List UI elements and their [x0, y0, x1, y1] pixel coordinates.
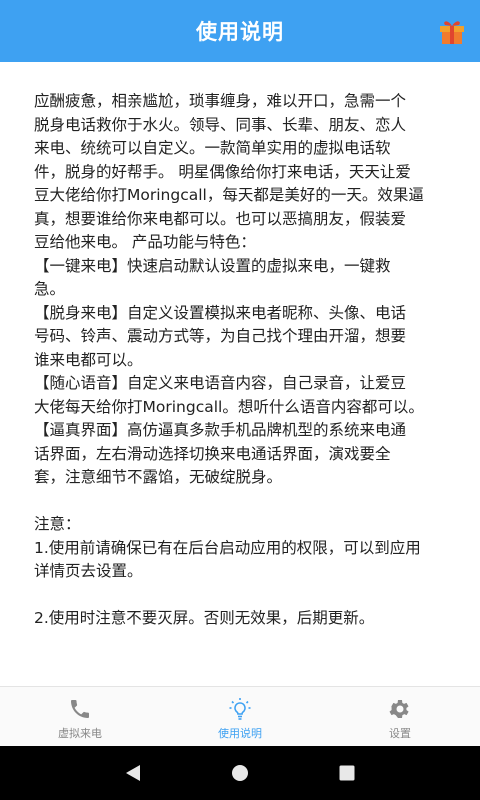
home-circle-icon[interactable]	[230, 763, 250, 783]
content-line: 2.使用时注意不要灭屏。否则无效果，后期更新。	[34, 609, 375, 627]
nav-item-instructions[interactable]: 使用说明	[160, 687, 320, 746]
phone-icon	[71, 700, 89, 718]
nav-item-virtual-call[interactable]: 虚拟来电	[0, 687, 160, 746]
content-line: 话界面，左右滑动选择切换来电通话界面，演戏要全	[34, 444, 391, 463]
notice-block: 注意： 1.使用前请确保已有在后台启动应用的权限，可以到应用 详情页去设置。	[34, 513, 446, 584]
bottom-nav: 虚拟来电 使用说明 设置	[0, 686, 480, 746]
content-line: 1.使用前请确保已有在后台启动应用的权限，可以到应用	[34, 538, 421, 557]
content-line: 【脱身来电】自定义设置模拟来电者昵称、头像、电话	[34, 303, 407, 322]
nav-label-settings: 设置	[389, 727, 411, 740]
gift-icon[interactable]	[438, 17, 466, 45]
content-line: 应酬疲惫，相亲尴尬，琐事缠身，难以开口，急需一个	[34, 92, 407, 110]
content-line: 急。	[34, 280, 66, 298]
content-line: 注意：	[34, 515, 81, 533]
content-line: 豆给他来电。 产品功能与特色：	[34, 233, 256, 251]
lightbulb-icon	[229, 698, 251, 720]
nav-label-virtual-call: 虚拟来电	[58, 727, 102, 740]
content-line: 件，脱身的好帮手。 明星偶像给你打来电话，天天让爱	[34, 162, 411, 181]
content-line: 套，注意细节不露馅，无破绽脱身。	[34, 468, 283, 486]
system-nav-bar	[0, 746, 480, 800]
notice-block-2: 2.使用时注意不要灭屏。否则无效果，后期更新。	[34, 607, 446, 631]
content-line: 【一键来电】快速启动默认设置的虚拟来电，一键救	[34, 256, 391, 275]
instructions-content: 应酬疲惫，相亲尴尬，琐事缠身，难以开口，急需一个 脱身电话救你于水火。领导、同事、…	[0, 62, 480, 686]
intro-block: 应酬疲惫，相亲尴尬，琐事缠身，难以开口，急需一个 脱身电话救你于水火。领导、同事、…	[34, 90, 446, 490]
content-line: 详情页去设置。	[34, 562, 143, 580]
content-line: 【逼真界面】高仿逼真多款手机品牌机型的系统来电通	[34, 421, 407, 439]
content-line: 来电、统统可以自定义。一款简单实用的虚拟电话软	[34, 139, 391, 157]
nav-item-settings[interactable]: 设置	[320, 687, 480, 746]
page-title: 使用说明	[196, 20, 284, 44]
app-header: 使用说明	[0, 0, 480, 62]
recents-square-icon[interactable]	[337, 763, 357, 783]
content-line: 大佬每天给你打Moringcall。想听什么语音内容都可以。	[34, 397, 424, 416]
content-line: 【随心语音】自定义来电语音内容，自己录音，让爱豆	[34, 374, 407, 392]
content-line: 真，想要谁给你来电都可以。也可以恶搞朋友，假装爱	[34, 209, 407, 228]
back-triangle-icon[interactable]	[123, 763, 143, 783]
content-line: 豆大佬给你打Moringcall，每天都是美好的一天。效果逼	[34, 186, 424, 204]
content-line: 脱身电话救你于水火。领导、同事、长辈、朋友、恋人	[34, 115, 407, 134]
gear-icon	[389, 700, 409, 718]
content-line: 号码、铃声、震动方式等，为自己找个理由开溜，想要	[34, 327, 407, 345]
content-line: 谁来电都可以。	[34, 350, 143, 369]
nav-label-instructions: 使用说明	[218, 727, 262, 740]
